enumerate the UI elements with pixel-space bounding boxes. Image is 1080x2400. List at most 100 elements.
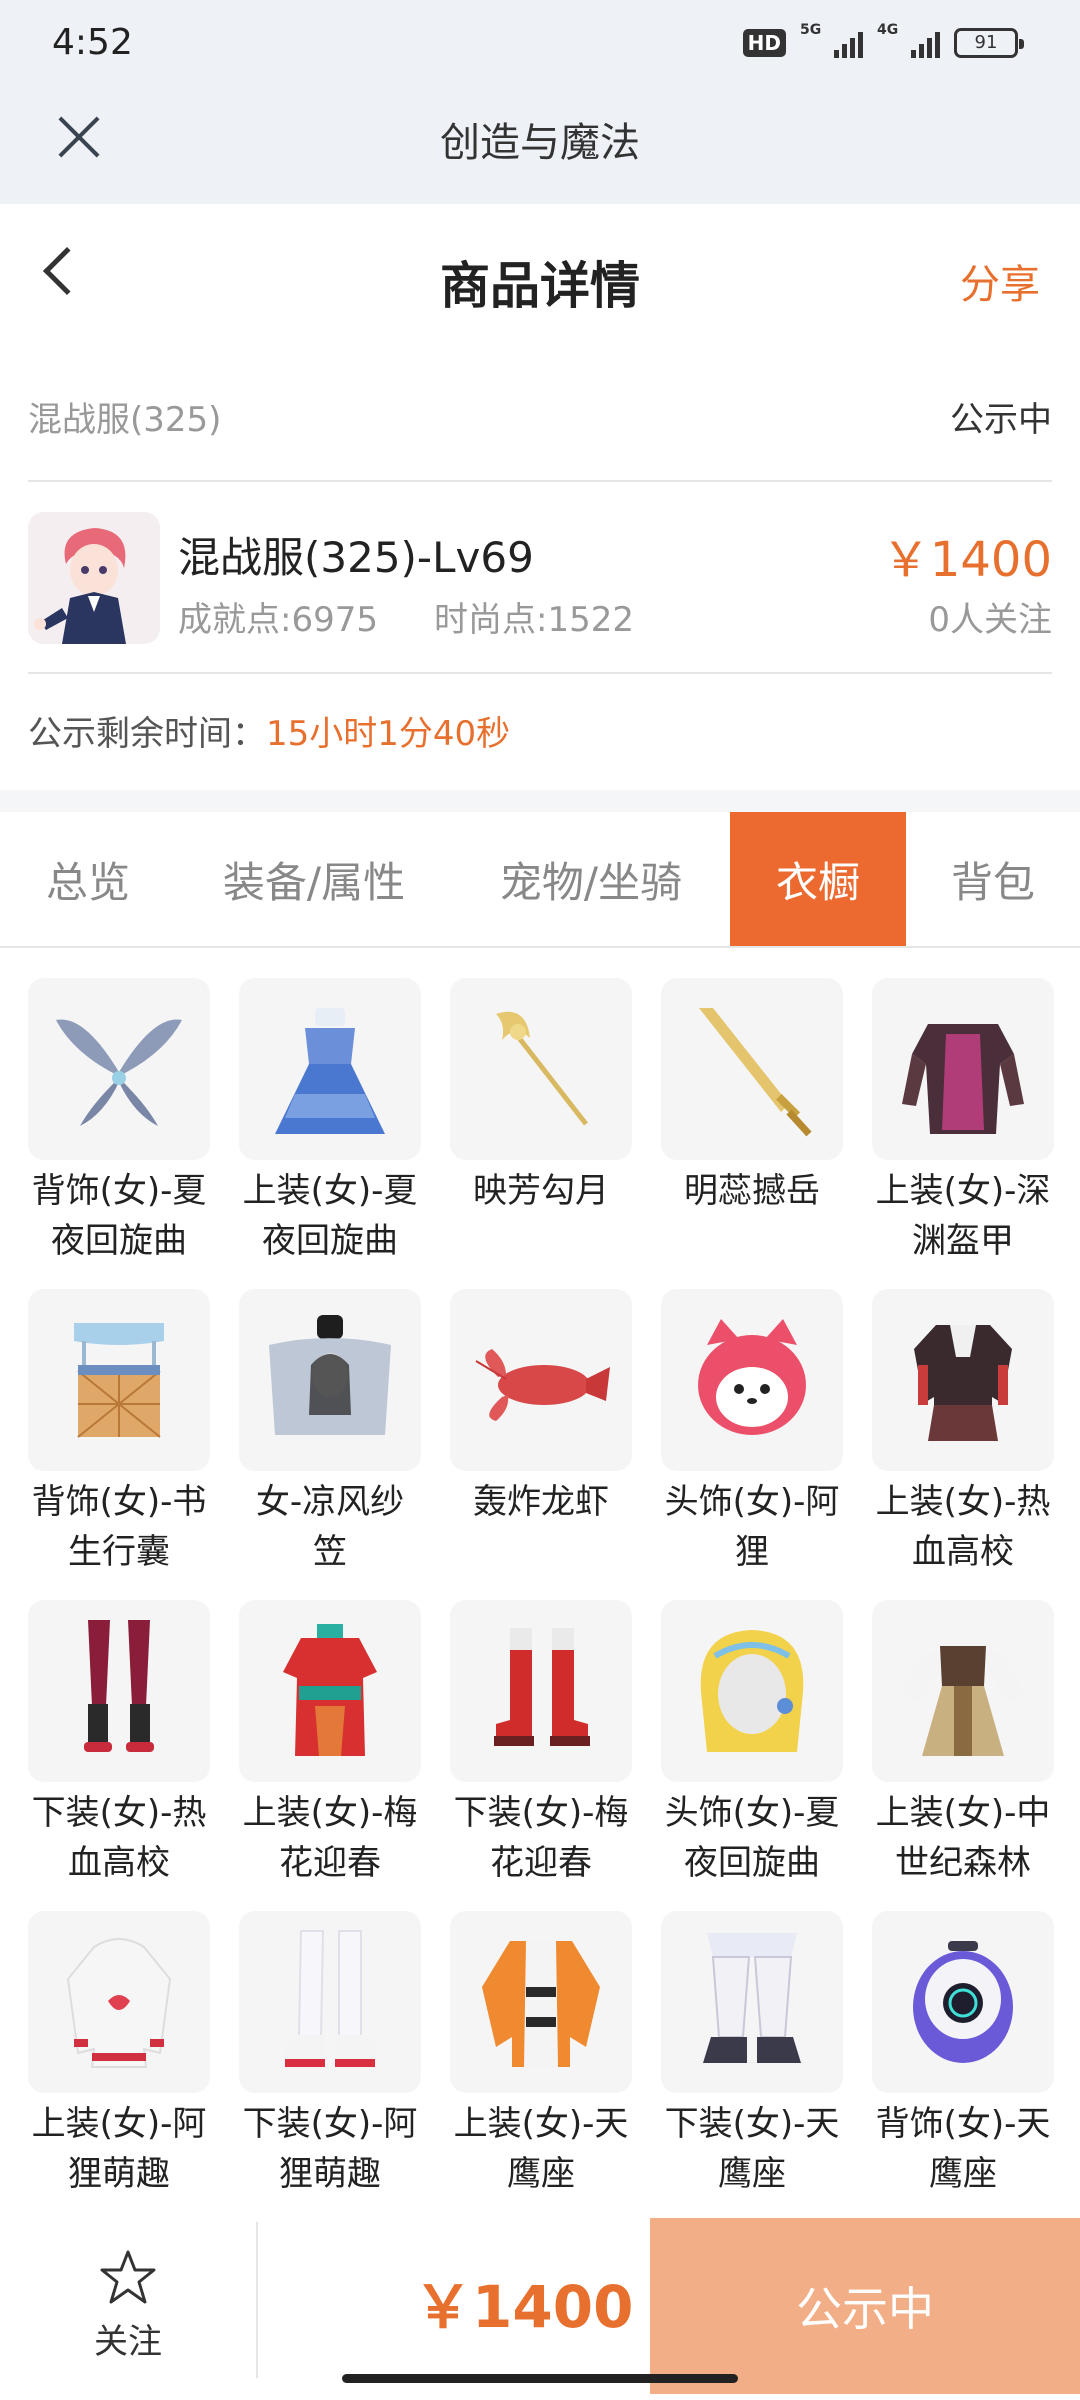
item-label: 上装(女)-天鹰座: [453, 2104, 629, 2194]
item-label: 上装(女)-热血高校: [875, 1482, 1051, 1572]
medieval-dress-icon: [872, 1600, 1054, 1782]
red-qipao-icon: [239, 1600, 421, 1782]
wardrobe-item[interactable]: 下装(女)-梅花迎春: [450, 1600, 632, 1911]
bottom-divider: [256, 2222, 258, 2378]
server-name: 混战服(325): [28, 400, 222, 440]
item-label: 上装(女)-梅花迎春: [242, 1793, 418, 1883]
publicity-button[interactable]: 公示中: [650, 2218, 1080, 2394]
school-uniform-top-icon: [872, 1289, 1054, 1471]
golden-staff-icon: [450, 978, 632, 1160]
item-label: 下装(女)-热血高校: [31, 1793, 207, 1883]
wardrobe-item[interactable]: 背饰(女)-天鹰座: [872, 1911, 1054, 2222]
leggings-boots-icon: [28, 1600, 210, 1782]
orange-jacket-icon: [450, 1911, 632, 2093]
wardrobe-item[interactable]: 上装(女)-天鹰座: [450, 1911, 632, 2222]
page-title: 商品详情: [440, 257, 640, 315]
wardrobe-item[interactable]: 轰炸龙虾: [450, 1289, 632, 1600]
battery-icon: 91: [954, 28, 1024, 58]
item-label: 上装(女)-中世纪森林: [875, 1793, 1051, 1883]
veil-hat-icon: [239, 1289, 421, 1471]
wardrobe-item[interactable]: 背饰(女)-书生行囊: [28, 1289, 210, 1600]
item-label: 背饰(女)-夏夜回旋曲: [31, 1171, 207, 1261]
tab-equipment[interactable]: 装备/属性: [176, 812, 452, 946]
robot-pod-icon: [872, 1911, 1054, 2093]
follow-button[interactable]: 关注: [40, 2228, 216, 2388]
item-label: 头饰(女)-夏夜回旋曲: [664, 1793, 840, 1883]
achievement-points: 成就点:6975: [178, 600, 378, 640]
item-label: 下装(女)-梅花迎春: [453, 1793, 629, 1883]
wardrobe-item[interactable]: 下装(女)-阿狸萌趣: [239, 1911, 421, 2222]
tab-bag[interactable]: 背包: [906, 812, 1080, 946]
tab-pets[interactable]: 宠物/坐骑: [452, 812, 730, 946]
tab-bar: 总览 装备/属性 宠物/坐骑 衣橱 背包: [0, 812, 1080, 948]
butterfly-wings-icon: [28, 978, 210, 1160]
countdown-label: 公示剩余时间：: [28, 714, 266, 754]
wardrobe-item[interactable]: 上装(女)-阿狸萌趣: [28, 1911, 210, 2222]
status-bar: 4:52 HD 5G 4G 91: [0, 0, 1080, 92]
wardrobe-item[interactable]: 女-凉风纱笠: [239, 1289, 421, 1600]
section-divider: [0, 790, 1080, 812]
countdown: 公示剩余时间：15小时1分40秒: [28, 706, 510, 755]
nav-bar: 商品详情 分享: [0, 204, 1080, 352]
tab-overview[interactable]: 总览: [0, 812, 176, 946]
status-time: 4:52: [52, 22, 133, 63]
status-icons: HD 5G 4G 91: [742, 22, 1024, 58]
tab-wardrobe[interactable]: 衣橱: [730, 812, 906, 946]
follower-count: 0人关注: [928, 600, 1052, 640]
ali-fox-head-icon: [661, 1289, 843, 1471]
star-icon: [100, 2250, 156, 2304]
lobster-icon: [450, 1289, 632, 1471]
wardrobe-item[interactable]: 上装(女)-深渊盔甲: [872, 978, 1054, 1289]
wardrobe-grid: 背饰(女)-夏夜回旋曲 上装(女)-夏夜回旋曲 映芳勾月 明蕊撼岳 上装(女)-…: [28, 978, 1054, 2222]
fashion-points: 时尚点:1522: [433, 600, 634, 640]
item-label: 背饰(女)-天鹰座: [875, 2104, 1051, 2194]
signal-4g-icon: 4G: [877, 22, 940, 58]
item-label: 映芳勾月: [473, 1171, 609, 1211]
home-indicator[interactable]: [342, 2374, 738, 2383]
listing-status: 公示中: [950, 400, 1052, 440]
wardrobe-item[interactable]: 上装(女)-热血高校: [872, 1289, 1054, 1600]
white-mech-pants-icon: [661, 1911, 843, 2093]
item-label: 背饰(女)-书生行囊: [31, 1482, 207, 1572]
item-label: 下装(女)-阿狸萌趣: [242, 2104, 418, 2194]
item-label: 轰炸龙虾: [473, 1482, 609, 1522]
blue-dress-icon: [239, 978, 421, 1160]
wardrobe-item[interactable]: 明蕊撼岳: [661, 978, 843, 1289]
server-row: 混战服(325) 公示中: [28, 352, 1052, 482]
item-label: 上装(女)-阿狸萌趣: [31, 2104, 207, 2194]
item-label: 下装(女)-天鹰座: [664, 2104, 840, 2194]
product-price: ￥1400: [881, 532, 1052, 588]
bottom-bar: 关注 ￥1400 公示中: [0, 2218, 1080, 2400]
wardrobe-item[interactable]: 下装(女)-天鹰座: [661, 1911, 843, 2222]
product-stats: 成就点:6975 时尚点:1522: [178, 592, 634, 641]
wardrobe-item[interactable]: 头饰(女)-夏夜回旋曲: [661, 1600, 843, 1911]
item-label: 上装(女)-深渊盔甲: [875, 1171, 1051, 1261]
wardrobe-item[interactable]: 映芳勾月: [450, 978, 632, 1289]
character-avatar: [28, 512, 160, 644]
product-name: 混战服(325)-Lv69: [178, 533, 534, 582]
white-stockings-icon: [239, 1911, 421, 2093]
item-label: 上装(女)-夏夜回旋曲: [242, 1171, 418, 1261]
app-title: 创造与魔法: [440, 120, 640, 166]
wardrobe-item[interactable]: 下装(女)-热血高校: [28, 1600, 210, 1911]
share-button[interactable]: 分享: [960, 252, 1040, 310]
wardrobe-item[interactable]: 上装(女)-夏夜回旋曲: [239, 978, 421, 1289]
app-bar: 创造与魔法: [0, 92, 1080, 204]
white-hoodie-icon: [28, 1911, 210, 2093]
dark-armor-icon: [872, 978, 1054, 1160]
bottom-price: ￥1400: [414, 2273, 634, 2341]
wardrobe-item[interactable]: 头饰(女)-阿狸: [661, 1289, 843, 1600]
wardrobe-item[interactable]: 上装(女)-梅花迎春: [239, 1600, 421, 1911]
product-summary[interactable]: 混战服(325)-Lv69 成就点:6975 时尚点:1522 ￥1400 0人…: [28, 484, 1052, 674]
hd-voice-icon: HD: [742, 29, 786, 57]
countdown-value: 15小时1分40秒: [266, 714, 511, 754]
item-label: 明蕊撼岳: [684, 1171, 820, 1211]
follow-label: 关注: [94, 2322, 162, 2362]
wardrobe-item[interactable]: 上装(女)-中世纪森林: [872, 1600, 1054, 1911]
item-label: 头饰(女)-阿狸: [664, 1482, 840, 1572]
red-boots-icon: [450, 1600, 632, 1782]
signal-5g-icon: 5G: [800, 22, 863, 58]
golden-sword-icon: [661, 978, 843, 1160]
scholar-backpack-icon: [28, 1289, 210, 1471]
wardrobe-item[interactable]: 背饰(女)-夏夜回旋曲: [28, 978, 210, 1289]
